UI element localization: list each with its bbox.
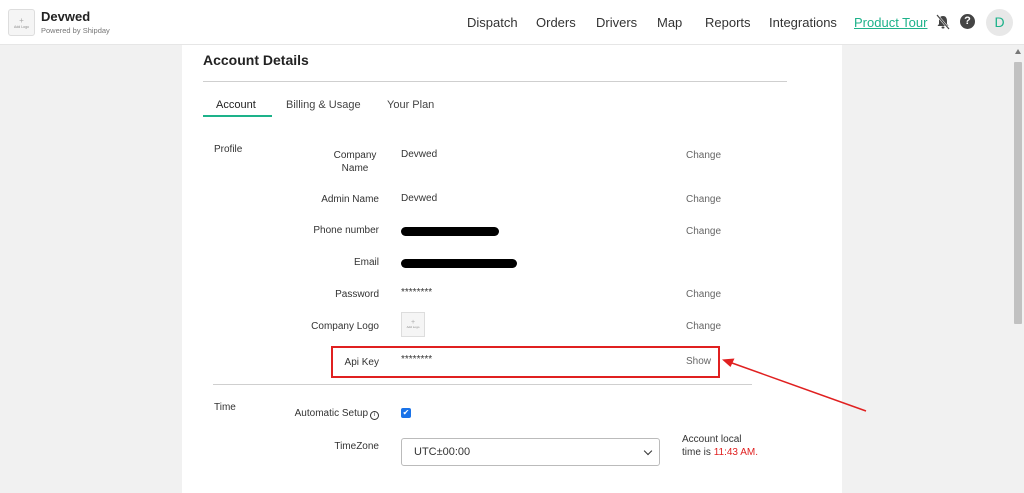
add-logo-text: Add Logo bbox=[14, 25, 29, 29]
label-company-logo: Company Logo bbox=[311, 321, 379, 332]
bell-muted-icon[interactable] bbox=[936, 14, 950, 30]
change-admin-name-link[interactable]: Change bbox=[686, 194, 721, 205]
chevron-down-icon bbox=[643, 446, 653, 456]
redacted-email-value bbox=[401, 259, 517, 268]
api-key-highlight-box bbox=[331, 346, 720, 378]
account-local-time: Account local time is 11:43 AM. bbox=[682, 433, 762, 459]
timezone-selected-value: UTC±00:00 bbox=[414, 446, 471, 458]
timezone-select[interactable]: UTC±00:00 bbox=[401, 438, 660, 466]
tab-account[interactable]: Account bbox=[216, 99, 256, 111]
help-icon[interactable]: ? bbox=[960, 14, 975, 29]
nav-drivers[interactable]: Drivers bbox=[596, 15, 637, 30]
nav-integrations[interactable]: Integrations bbox=[769, 15, 837, 30]
nav-product-tour[interactable]: Product Tour bbox=[854, 15, 927, 30]
nav-map[interactable]: Map bbox=[657, 15, 682, 30]
label-timezone: TimeZone bbox=[334, 441, 379, 452]
section-label-profile: Profile bbox=[214, 144, 243, 155]
user-avatar[interactable]: D bbox=[986, 9, 1013, 36]
password-value: ******** bbox=[401, 287, 433, 298]
nav-dispatch[interactable]: Dispatch bbox=[467, 15, 518, 30]
active-tab-indicator bbox=[203, 115, 272, 117]
change-phone-link[interactable]: Change bbox=[686, 226, 721, 237]
change-password-link[interactable]: Change bbox=[686, 289, 721, 300]
nav-reports[interactable]: Reports bbox=[705, 15, 751, 30]
add-logo-placeholder[interactable]: + Add Logo bbox=[8, 9, 35, 36]
section-label-time: Time bbox=[214, 402, 236, 413]
change-company-name-link[interactable]: Change bbox=[686, 150, 721, 161]
info-icon[interactable]: i bbox=[370, 411, 379, 420]
add-logo-text: Add Logo bbox=[406, 325, 420, 329]
label-phone-number: Phone number bbox=[313, 225, 379, 236]
page-title: Account Details bbox=[203, 52, 309, 68]
title-divider bbox=[203, 81, 787, 82]
local-time-value: 11:43 AM. bbox=[713, 447, 758, 458]
scrollbar-thumb[interactable] bbox=[1014, 62, 1022, 324]
company-logo-thumbnail[interactable]: + Add Logo bbox=[401, 312, 425, 337]
admin-name-value: Devwed bbox=[401, 193, 438, 204]
nav-orders[interactable]: Orders bbox=[536, 15, 576, 30]
section-divider bbox=[213, 384, 752, 385]
label-automatic-setup: Automatic Setup i bbox=[259, 407, 379, 420]
label-password: Password bbox=[335, 289, 379, 300]
label-admin-name: Admin Name bbox=[321, 194, 379, 205]
brand-subtitle: Powered by Shipday bbox=[41, 26, 110, 35]
scroll-up-arrow-icon[interactable] bbox=[1015, 49, 1021, 54]
label-email: Email bbox=[353, 257, 379, 268]
tab-billing-usage[interactable]: Billing & Usage bbox=[286, 99, 361, 111]
redacted-phone-value bbox=[401, 227, 499, 236]
brand-name: Devwed bbox=[41, 9, 91, 24]
change-logo-link[interactable]: Change bbox=[686, 321, 721, 332]
plus-icon: + bbox=[19, 16, 24, 25]
top-nav-bar: + Add Logo Devwed Powered by Shipday Dis… bbox=[0, 0, 1024, 45]
tab-your-plan[interactable]: Your Plan bbox=[387, 99, 434, 111]
label-company-name: Company Name bbox=[333, 150, 377, 174]
company-name-value: Devwed bbox=[401, 149, 438, 160]
automatic-setup-checkbox[interactable]: ✔ bbox=[401, 408, 411, 418]
account-details-panel: Account Details Account Billing & Usage … bbox=[182, 45, 842, 493]
